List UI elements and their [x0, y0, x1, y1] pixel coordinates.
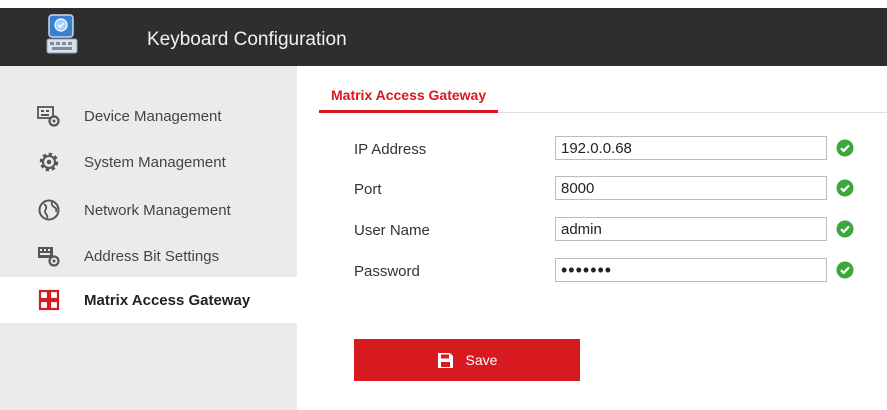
- device-management-icon: [37, 106, 60, 127]
- app-header: Keyboard Configuration: [0, 0, 887, 66]
- sidebar: Device Management System Management Netw…: [0, 66, 297, 410]
- matrix-grid-icon: [38, 289, 60, 311]
- sidebar-item-device-management[interactable]: Device Management: [0, 93, 297, 139]
- save-button[interactable]: Save: [354, 339, 580, 381]
- port-input[interactable]: [555, 176, 827, 200]
- save-icon: [437, 352, 453, 368]
- sidebar-item-network-management[interactable]: Network Management: [0, 187, 297, 233]
- valid-check-icon: [836, 139, 854, 157]
- valid-check-icon: [836, 179, 854, 197]
- user-name-input[interactable]: [555, 217, 827, 241]
- ip-address-input[interactable]: [555, 136, 827, 160]
- globe-icon: [38, 199, 60, 221]
- top-strip: [0, 0, 887, 8]
- tab-label: Matrix Access Gateway: [331, 87, 487, 103]
- sidebar-item-matrix-access-gateway[interactable]: Matrix Access Gateway: [0, 277, 297, 323]
- password-input[interactable]: [555, 258, 827, 282]
- sidebar-item-system-management[interactable]: System Management: [0, 139, 297, 185]
- password-label: Password: [354, 263, 420, 280]
- user-name-label: User Name: [354, 222, 430, 239]
- sidebar-item-label: System Management: [84, 154, 226, 171]
- tab-bar: Matrix Access Gateway: [319, 82, 887, 113]
- sidebar-item-label: Network Management: [84, 202, 231, 219]
- save-label: Save: [465, 352, 498, 368]
- sidebar-item-address-bit-settings[interactable]: Address Bit Settings: [0, 233, 297, 279]
- keyboard-app-icon: [46, 14, 78, 54]
- sidebar-item-label: Device Management: [84, 108, 222, 125]
- app-title: Keyboard Configuration: [147, 29, 347, 50]
- address-bit-settings-icon: [38, 247, 60, 267]
- ip-address-label: IP Address: [354, 141, 427, 158]
- tab-matrix-access-gateway[interactable]: Matrix Access Gateway: [319, 82, 499, 113]
- sidebar-item-label: Address Bit Settings: [84, 248, 220, 265]
- gear-icon: [39, 152, 59, 172]
- valid-check-icon: [836, 220, 854, 238]
- sidebar-item-label: Matrix Access Gateway: [84, 292, 251, 309]
- valid-check-icon: [836, 261, 854, 279]
- port-label: Port: [354, 181, 382, 198]
